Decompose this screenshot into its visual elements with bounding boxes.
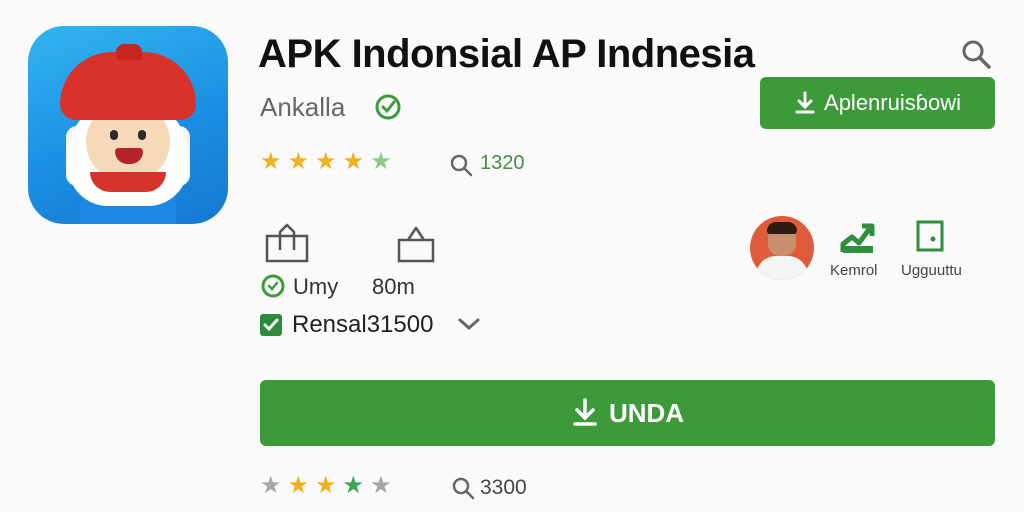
rating-count: 1320 bbox=[480, 152, 525, 174]
star-icon: ★ bbox=[342, 472, 365, 499]
share-icon[interactable] bbox=[264, 222, 310, 264]
app-icon bbox=[28, 26, 228, 224]
install-button-main-label: UNDA bbox=[608, 397, 685, 428]
chevron-down-icon[interactable] bbox=[456, 314, 482, 334]
checkbox[interactable] bbox=[260, 314, 282, 336]
star-icon: ★ bbox=[342, 148, 365, 175]
verified-icon bbox=[375, 94, 401, 120]
check-icon bbox=[263, 318, 279, 332]
document-icon[interactable] bbox=[916, 220, 944, 252]
install-button-small-label: Aplenruisɓowi bbox=[824, 90, 961, 115]
download-icon bbox=[795, 91, 815, 114]
star-icon: ★ bbox=[260, 472, 282, 499]
option-clock-icon bbox=[261, 274, 285, 298]
option-size: 80m bbox=[372, 274, 415, 299]
rating-stars: ★ ★ ★ ★ ★ bbox=[260, 150, 392, 174]
star-icon: ★ bbox=[370, 472, 392, 499]
install-button-small[interactable]: Aplenruisɓowi bbox=[760, 77, 995, 129]
bottom-rating-stars: ★ ★ ★ ★ ★ bbox=[260, 474, 392, 498]
trend-icon[interactable] bbox=[840, 220, 876, 256]
star-icon: ★ bbox=[315, 472, 337, 499]
bottom-rating-count: 3300 bbox=[480, 476, 527, 499]
document-label: Ugguuttu bbox=[901, 262, 962, 279]
star-icon: ★ bbox=[315, 148, 337, 175]
developer-name[interactable]: Ankalla bbox=[260, 92, 345, 123]
download-icon bbox=[573, 398, 597, 426]
upload-icon[interactable] bbox=[396, 222, 436, 264]
install-button-main[interactable]: UNDA bbox=[260, 380, 995, 446]
search-count-icon bbox=[450, 154, 473, 177]
star-icon: ★ bbox=[287, 148, 310, 175]
avatar[interactable] bbox=[750, 216, 814, 280]
app-title: APK Indonsial AP Indnesia bbox=[258, 32, 755, 76]
trend-label: Kemrol bbox=[830, 262, 878, 279]
search-count-icon bbox=[452, 477, 475, 500]
star-icon: ★ bbox=[370, 148, 392, 175]
star-icon: ★ bbox=[287, 472, 310, 499]
search-icon[interactable] bbox=[960, 38, 992, 70]
star-icon: ★ bbox=[260, 148, 282, 175]
option-label: Umy bbox=[293, 274, 339, 299]
checkbox-label[interactable]: Rensal31500 bbox=[292, 311, 433, 339]
